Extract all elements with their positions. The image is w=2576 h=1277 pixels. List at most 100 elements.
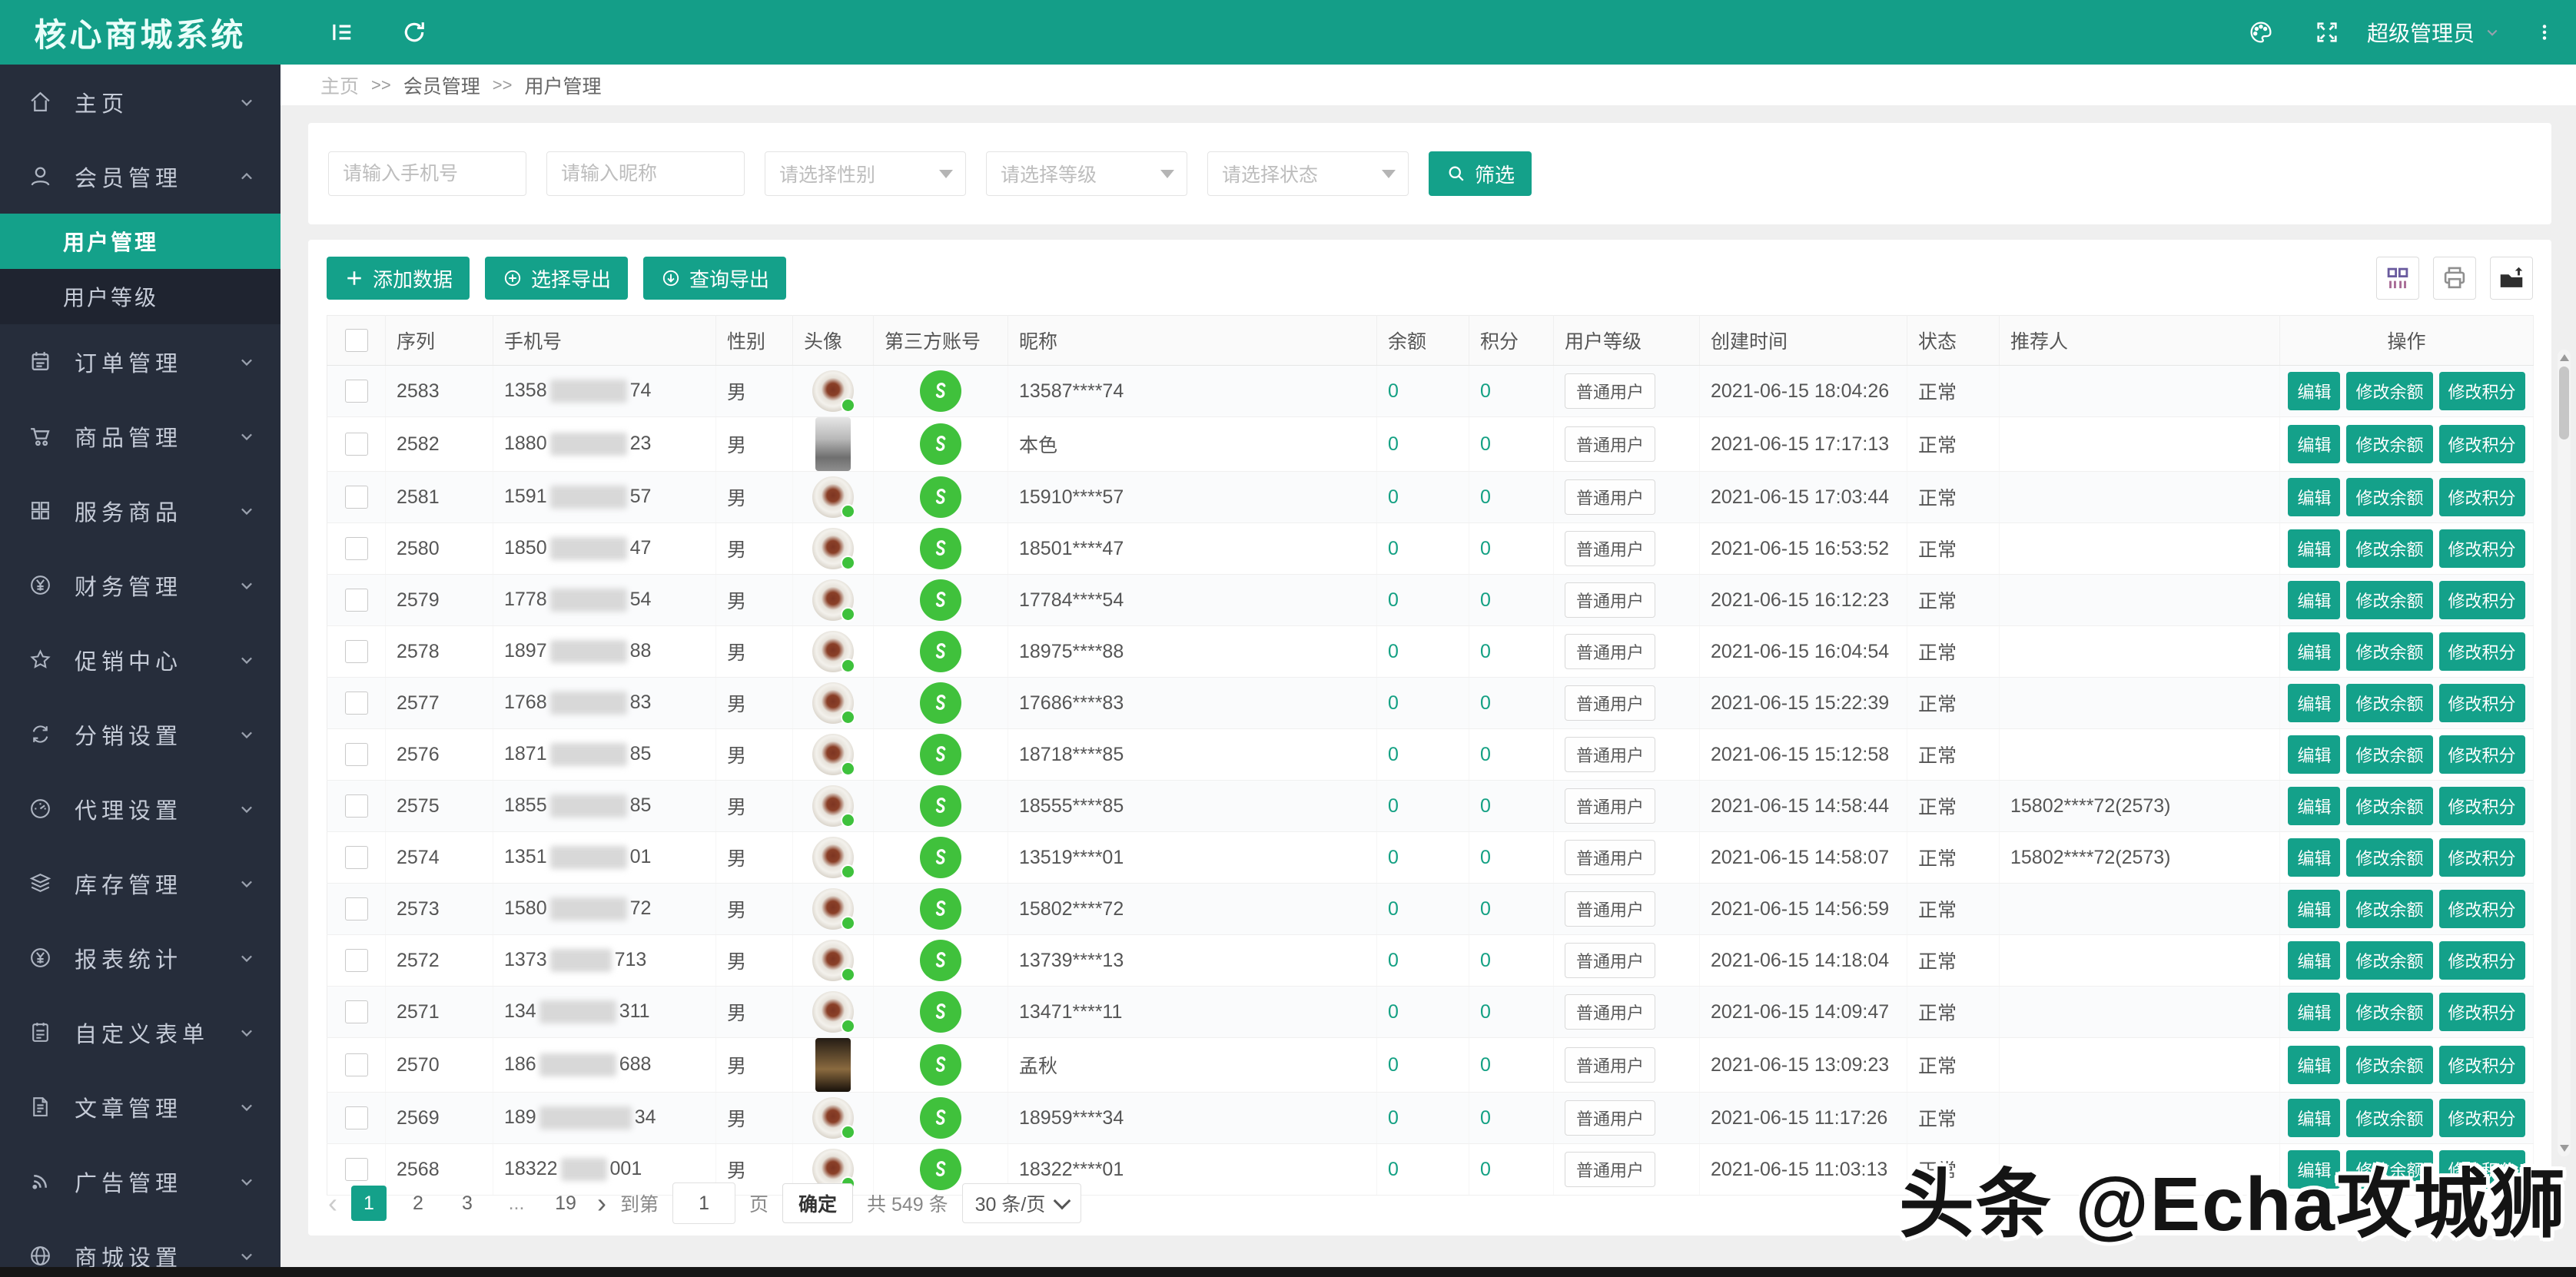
- sidebar-item[interactable]: 分销设置: [0, 697, 281, 771]
- edit-button[interactable]: 编辑: [2288, 941, 2341, 980]
- modify-points-button[interactable]: 修改积分: [2438, 425, 2525, 463]
- row-checkbox[interactable]: [344, 1053, 368, 1077]
- sidebar-collapse-icon[interactable]: [328, 18, 356, 46]
- sidebar-item[interactable]: 报表统计: [0, 920, 281, 995]
- modify-balance-button[interactable]: 修改余额: [2346, 425, 2433, 463]
- modify-balance-button[interactable]: 修改余额: [2346, 372, 2433, 410]
- edit-button[interactable]: 编辑: [2288, 684, 2341, 722]
- row-checkbox[interactable]: [344, 433, 368, 456]
- modify-points-button[interactable]: 修改积分: [2438, 1046, 2525, 1084]
- modify-points-button[interactable]: 修改积分: [2438, 787, 2525, 825]
- modify-balance-button[interactable]: 修改余额: [2346, 684, 2433, 722]
- nickname-input[interactable]: [546, 151, 745, 196]
- page-button[interactable]: 3: [450, 1186, 485, 1221]
- sidebar-item[interactable]: 商品管理: [0, 399, 281, 473]
- print-icon[interactable]: [2433, 257, 2476, 300]
- next-page-button[interactable]: ›: [597, 1186, 606, 1221]
- refresh-icon[interactable]: [400, 18, 428, 46]
- row-checkbox[interactable]: [344, 380, 368, 403]
- row-checkbox[interactable]: [344, 589, 368, 612]
- confirm-button[interactable]: 确定: [782, 1183, 854, 1223]
- prev-page-button[interactable]: ‹: [328, 1186, 337, 1221]
- goto-page-input[interactable]: [672, 1182, 736, 1224]
- modify-points-button[interactable]: 修改积分: [2438, 993, 2525, 1031]
- edit-button[interactable]: 编辑: [2288, 478, 2341, 516]
- row-checkbox[interactable]: [344, 846, 368, 870]
- modify-balance-button[interactable]: 修改余额: [2346, 1046, 2433, 1084]
- row-checkbox[interactable]: [344, 1000, 368, 1024]
- page-button[interactable]: 19: [548, 1186, 583, 1221]
- modify-points-button[interactable]: 修改积分: [2438, 372, 2525, 410]
- row-checkbox[interactable]: [344, 794, 368, 818]
- row-checkbox[interactable]: [344, 537, 368, 561]
- edit-button[interactable]: 编辑: [2288, 581, 2341, 619]
- phone-input[interactable]: [328, 151, 526, 196]
- gender-select[interactable]: 请选择性别: [765, 151, 966, 196]
- modify-balance-button[interactable]: 修改余额: [2346, 787, 2433, 825]
- modify-balance-button[interactable]: 修改余额: [2346, 838, 2433, 877]
- modify-points-button[interactable]: 修改积分: [2438, 838, 2525, 877]
- select-export-button[interactable]: 选择导出: [485, 257, 629, 300]
- sidebar-item[interactable]: 会员管理: [0, 139, 281, 214]
- modify-points-button[interactable]: 修改积分: [2438, 632, 2525, 671]
- edit-button[interactable]: 编辑: [2288, 1099, 2341, 1137]
- page-button[interactable]: 1: [351, 1186, 387, 1221]
- modify-points-button[interactable]: 修改积分: [2438, 529, 2525, 568]
- breadcrumb-item[interactable]: 主页: [320, 71, 359, 99]
- edit-button[interactable]: 编辑: [2288, 632, 2341, 671]
- edit-button[interactable]: 编辑: [2288, 787, 2341, 825]
- sidebar-subitem[interactable]: 用户等级: [0, 269, 281, 324]
- breadcrumb-item[interactable]: 用户管理: [524, 71, 601, 99]
- row-checkbox[interactable]: [344, 897, 368, 921]
- modify-points-button[interactable]: 修改积分: [2438, 581, 2525, 619]
- row-checkbox[interactable]: [344, 640, 368, 664]
- theme-palette-icon[interactable]: [2247, 18, 2275, 46]
- column-toggle-icon[interactable]: [2376, 257, 2419, 300]
- modify-points-button[interactable]: 修改积分: [2438, 890, 2525, 928]
- modify-balance-button[interactable]: 修改余额: [2346, 735, 2433, 774]
- fullscreen-icon[interactable]: [2313, 18, 2341, 46]
- sidebar-item[interactable]: 促销中心: [0, 622, 281, 697]
- edit-button[interactable]: 编辑: [2288, 529, 2341, 568]
- scroll-up-icon[interactable]: [2560, 354, 2569, 361]
- table-scrollbar[interactable]: [2558, 350, 2571, 1156]
- modify-balance-button[interactable]: 修改余额: [2346, 478, 2433, 516]
- edit-button[interactable]: 编辑: [2288, 838, 2341, 877]
- breadcrumb-item[interactable]: 会员管理: [403, 71, 480, 99]
- modify-points-button[interactable]: 修改积分: [2438, 735, 2525, 774]
- edit-button[interactable]: 编辑: [2288, 1046, 2341, 1084]
- modify-balance-button[interactable]: 修改余额: [2346, 941, 2433, 980]
- filter-button[interactable]: 筛选: [1429, 151, 1532, 196]
- sidebar-item[interactable]: 财务管理: [0, 548, 281, 622]
- modify-balance-button[interactable]: 修改余额: [2346, 581, 2433, 619]
- sidebar-item[interactable]: 主页: [0, 65, 281, 139]
- row-checkbox[interactable]: [344, 743, 368, 767]
- per-page-select[interactable]: 30 条/页: [961, 1183, 1082, 1223]
- page-button[interactable]: 2: [400, 1186, 436, 1221]
- sidebar-item[interactable]: 文章管理: [0, 1070, 281, 1144]
- edit-button[interactable]: 编辑: [2288, 425, 2341, 463]
- status-select[interactable]: 请选择状态: [1207, 151, 1409, 196]
- edit-button[interactable]: 编辑: [2288, 890, 2341, 928]
- row-checkbox[interactable]: [344, 486, 368, 509]
- sidebar-subitem[interactable]: 用户管理: [0, 214, 281, 269]
- modify-points-button[interactable]: 修改积分: [2438, 684, 2525, 722]
- edit-button[interactable]: 编辑: [2288, 993, 2341, 1031]
- sidebar-item[interactable]: 订单管理: [0, 324, 281, 399]
- admin-menu[interactable]: 超级管理员: [2367, 17, 2502, 48]
- modify-balance-button[interactable]: 修改余额: [2346, 890, 2433, 928]
- row-checkbox[interactable]: [344, 1158, 368, 1182]
- row-checkbox[interactable]: [344, 949, 368, 973]
- add-data-button[interactable]: 添加数据: [327, 257, 470, 300]
- edit-button[interactable]: 编辑: [2288, 372, 2341, 410]
- sidebar-item[interactable]: 自定义表单: [0, 995, 281, 1070]
- modify-points-button[interactable]: 修改积分: [2438, 478, 2525, 516]
- modify-balance-button[interactable]: 修改余额: [2346, 632, 2433, 671]
- modify-balance-button[interactable]: 修改余额: [2346, 993, 2433, 1031]
- modify-balance-button[interactable]: 修改余额: [2346, 1099, 2433, 1137]
- modify-balance-button[interactable]: 修改余额: [2346, 529, 2433, 568]
- modify-points-button[interactable]: 修改积分: [2438, 1099, 2525, 1137]
- query-export-button[interactable]: 查询导出: [643, 257, 787, 300]
- modify-points-button[interactable]: 修改积分: [2438, 941, 2525, 980]
- row-checkbox[interactable]: [344, 1106, 368, 1130]
